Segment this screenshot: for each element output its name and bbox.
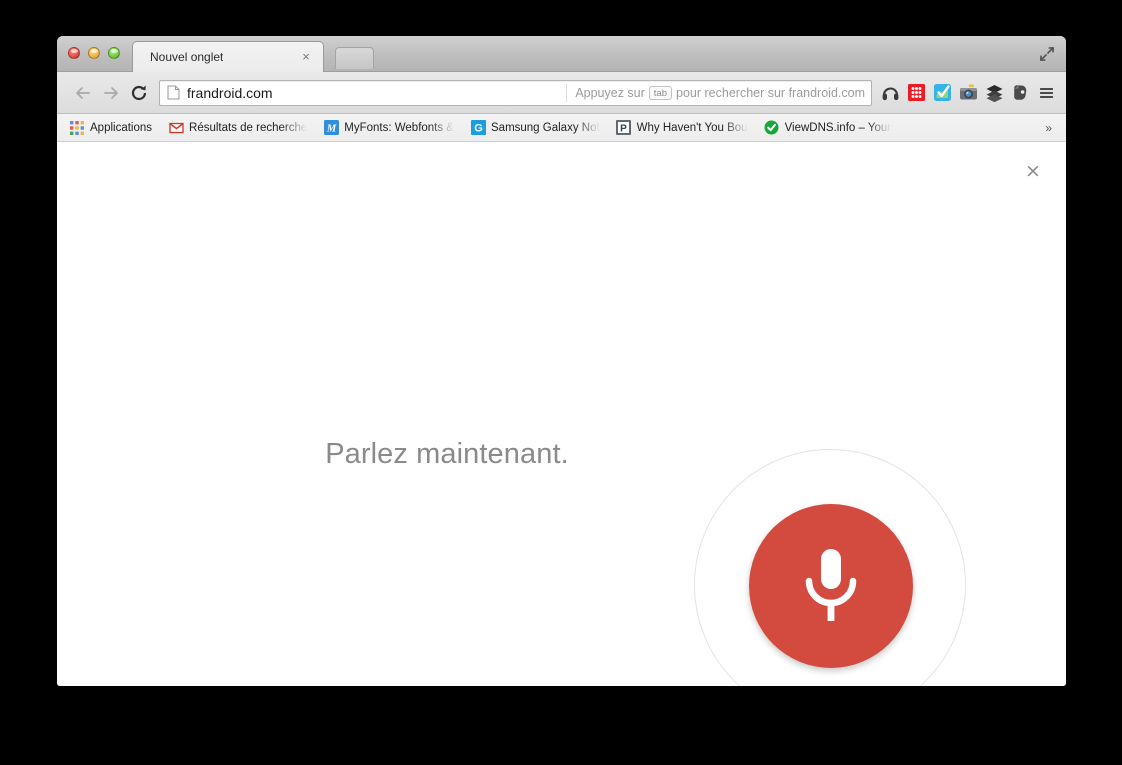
window-zoom-button[interactable] [108,47,120,59]
clipboard-g-icon: G [470,120,486,136]
voice-search-prompt: Parlez maintenant. [325,438,569,470]
bookmark-label: MyFonts: Webfonts & [344,121,454,134]
bookmark-myfonts[interactable]: M MyFonts: Webfonts & [323,120,454,136]
bookmark-label: Résultats de recherche [189,121,308,134]
bookmark-resultats-de-recherche[interactable]: Résultats de recherche [168,120,307,136]
microphone-outer-ring [694,449,966,686]
red-grid-icon[interactable] [906,83,926,103]
camera-icon[interactable] [958,83,978,103]
voice-search-close-icon[interactable]: × [1022,160,1044,182]
hint-prefix: Appuyez sur [575,85,645,100]
bookmark-label: Why Haven't You Bou [636,121,748,134]
myfonts-icon: M [323,120,339,136]
tab-nouvel-onglet[interactable]: Nouvel onglet × [132,41,324,72]
fullscreen-arrows-icon[interactable] [1037,44,1057,64]
reload-icon [131,85,147,100]
svg-text:P: P [620,123,627,134]
bookmarks-overflow-chevron[interactable]: » [1039,121,1058,135]
microphone-icon [805,549,857,621]
address-bar[interactable]: frandroid.com Appuyez sur tab pour reche… [159,79,872,106]
browser-toolbar: frandroid.com Appuyez sur tab pour reche… [57,72,1066,114]
window-close-button[interactable] [68,47,80,59]
blue-check-icon[interactable] [932,83,952,103]
window-controls [68,47,120,59]
tab-strip: Nouvel onglet × [57,36,1066,72]
forward-button[interactable] [97,79,125,107]
bookmark-why-havent-you[interactable]: P Why Haven't You Bou [616,120,748,136]
bookmark-label: ViewDNS.info – Your [784,121,892,134]
document-icon [167,85,180,100]
gmail-icon [168,120,184,136]
back-button[interactable] [69,79,97,107]
new-tab-button[interactable] [334,47,375,70]
window-minimize-button[interactable] [88,47,100,59]
layers-icon[interactable] [984,83,1004,103]
bookmarks-bar: Applications Résultats de recherche M My… [57,114,1066,142]
arrow-right-icon [104,86,118,99]
hint-suffix: pour rechercher sur frandroid.com [676,85,865,100]
browser-window: Nouvel onglet × frandroid.com Appuyez su… [57,36,1066,686]
bookmark-samsung-galaxy[interactable]: G Samsung Galaxy Not [470,120,600,136]
apps-grid-icon [69,120,85,136]
svg-text:G: G [474,123,483,135]
arrow-left-icon [76,86,90,99]
tab-title: Nouvel onglet [150,50,224,64]
address-bar-tab-hint: Appuyez sur tab pour rechercher sur fran… [566,83,865,102]
tab-key-badge: tab [648,85,673,100]
pocket-p-icon: P [616,120,632,136]
headphones-icon[interactable] [880,83,900,103]
page-content: × Parlez maintenant. [57,142,1066,686]
bookmark-label: Samsung Galaxy Not [491,121,600,134]
tab-close-icon[interactable]: × [299,50,313,64]
bookmark-label: Applications [90,121,153,134]
bookmark-viewdns-info[interactable]: ViewDNS.info – Your [764,120,892,136]
bookmark-applications[interactable]: Applications [69,120,152,136]
extension-toolbar [880,83,1056,103]
green-check-icon [764,120,780,136]
evernote-icon[interactable] [1010,83,1030,103]
svg-text:M: M [326,123,337,134]
hamburger-menu-icon[interactable] [1036,83,1056,103]
address-bar-url: frandroid.com [187,84,273,101]
reload-button[interactable] [125,79,153,107]
microphone-button[interactable] [749,504,913,668]
